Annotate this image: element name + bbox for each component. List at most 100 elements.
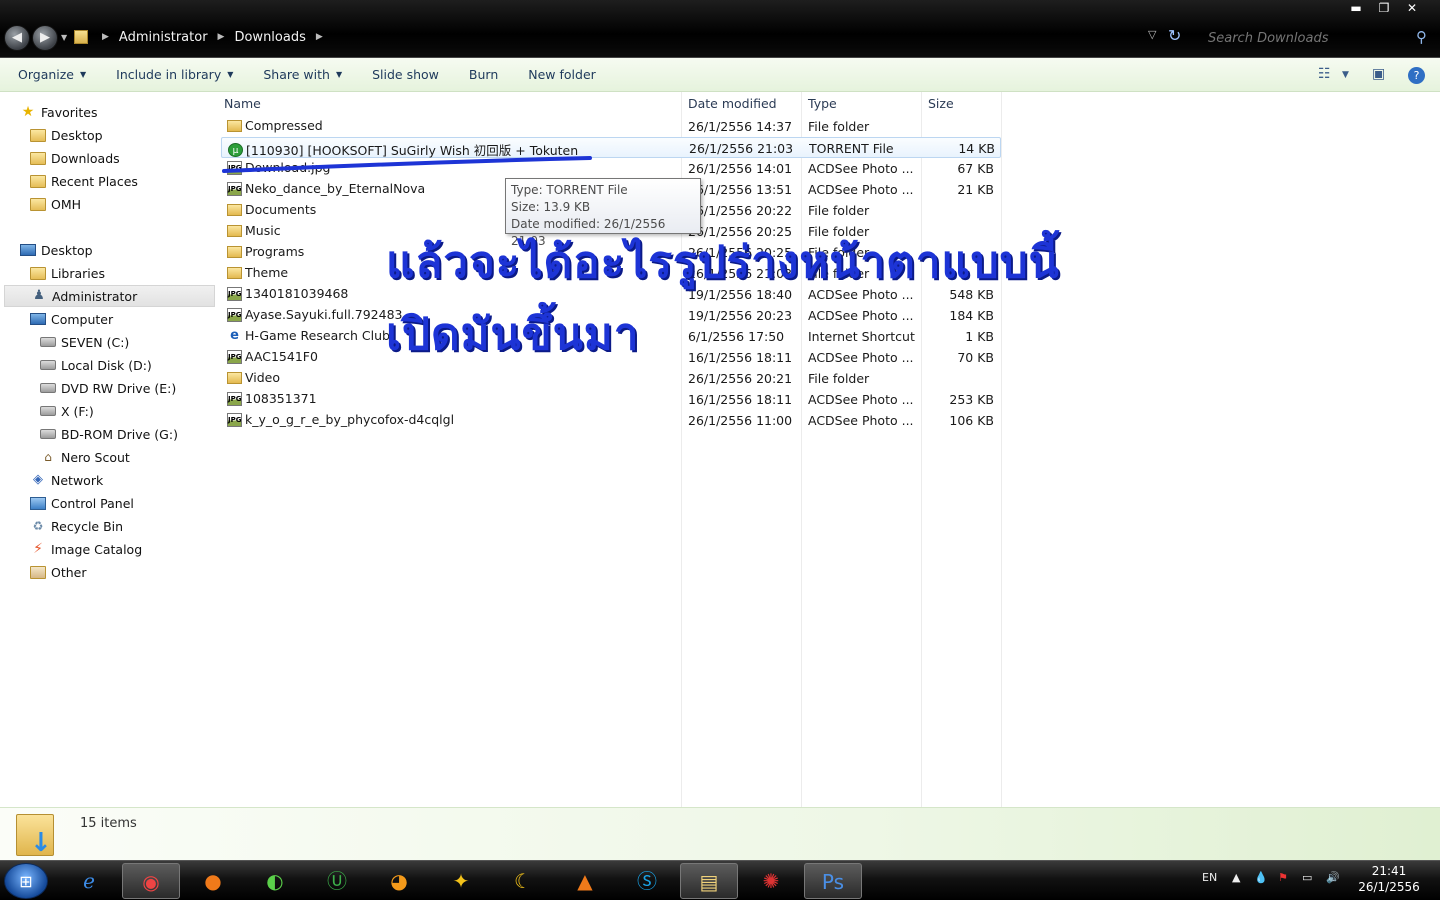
nav-drive-g[interactable]: BD-ROM Drive (G:) [40, 423, 178, 445]
nav-administrator[interactable]: ♟ Administrator [4, 285, 215, 307]
start-button[interactable]: ⊞ [4, 863, 48, 899]
search-input[interactable] [1198, 26, 1436, 50]
breadcrumb-administrator[interactable]: Administrator [119, 30, 208, 45]
downloads-icon [30, 151, 46, 165]
nav-libraries-label: Libraries [51, 265, 105, 281]
nav-libraries[interactable]: Libraries [30, 262, 105, 284]
folder-file-icon [227, 245, 242, 258]
column-header-name[interactable]: Name [224, 96, 261, 112]
column-header-date[interactable]: Date modified [688, 96, 777, 112]
file-name: Theme [245, 265, 289, 280]
breadcrumb-separator-icon[interactable]: ▶ [218, 32, 225, 42]
file-date: 19/1/2556 18:40 [688, 287, 793, 302]
breadcrumb-separator-icon[interactable]: ▶ [102, 32, 109, 42]
close-button[interactable]: ✕ [1398, 0, 1426, 16]
nav-recycle-bin[interactable]: ♻ Recycle Bin [30, 515, 123, 537]
chrome-icon[interactable]: ◉ [122, 863, 180, 899]
share-with-button[interactable]: Share with ▼ [263, 67, 342, 82]
network-tray-icon[interactable]: ▭ [1302, 871, 1312, 884]
app-icon[interactable]: ◕ [370, 863, 428, 899]
file-type: File folder [808, 371, 870, 386]
file-row[interactable]: JPG k_y_o_g_r_e_by_phycofox-d4cqlgl 26/1/2… [221, 410, 1001, 431]
view-dropdown-icon[interactable]: ▼ [1342, 70, 1349, 80]
language-indicator[interactable]: EN [1202, 871, 1217, 884]
nav-control-panel[interactable]: Control Panel [30, 492, 134, 514]
nav-image-catalog[interactable]: ⚡ Image Catalog [30, 538, 142, 560]
nav-computer[interactable]: Computer [30, 308, 113, 330]
star-app-icon[interactable]: ✦ [432, 863, 490, 899]
jpg-file-icon: JPG [227, 307, 242, 322]
file-size: 184 KB [949, 308, 994, 323]
action-center-icon[interactable]: ⚑ [1278, 871, 1288, 884]
maximize-button[interactable]: ❐ [1370, 0, 1398, 16]
nav-drive-c[interactable]: SEVEN (C:) [40, 331, 129, 353]
file-type: ACDSee Photo ... [808, 413, 914, 428]
file-tooltip: Type: TORRENT File Size: 13.9 KB Date mo… [505, 178, 701, 248]
image-catalog-icon: ⚡ [33, 541, 43, 557]
file-date: 26/1/2556 21:03 [689, 141, 794, 156]
file-name-cell: Video [227, 370, 682, 385]
breadcrumb-downloads[interactable]: Downloads [234, 30, 305, 45]
file-row[interactable]: μ [110930] [HOOKSOFT] SuGirly Wish 初回版 + … [221, 137, 1001, 158]
file-size: 70 KB [957, 350, 994, 365]
nav-fav-omh[interactable]: OMH [30, 193, 81, 215]
skype-icon[interactable]: Ⓢ [618, 863, 676, 899]
file-name: Music [245, 223, 281, 238]
annotation-text-line-1: แล้วจะได้อะไรรูปร่างหน้าตาแบบนี้ [386, 237, 1060, 288]
title-bar: ▬ ❐ ✕ ◀ ▶ ▼ ▶ Administrator ▶ Downloads … [0, 0, 1440, 58]
minimize-button[interactable]: ▬ [1342, 0, 1370, 16]
nav-drive-f[interactable]: X (F:) [40, 400, 94, 422]
file-row[interactable]: JPG 108351371 16/1/2556 18:11 ACDSee Photo … [221, 389, 1001, 410]
column-header-type[interactable]: Type [808, 96, 837, 112]
refresh-icon[interactable]: ↻ [1168, 26, 1181, 45]
forward-button[interactable]: ▶ [32, 25, 58, 51]
nav-fav-desktop[interactable]: Desktop [30, 124, 103, 146]
slide-show-button[interactable]: Slide show [372, 67, 439, 82]
nav-desktop[interactable]: Desktop [20, 239, 93, 261]
nav-drive-d[interactable]: Local Disk (D:) [40, 354, 152, 376]
nav-fav-recent-places[interactable]: Recent Places [30, 170, 138, 192]
burn-button[interactable]: Burn [469, 67, 498, 82]
moon-app-icon[interactable]: ☾ [494, 863, 552, 899]
new-folder-button[interactable]: New folder [528, 67, 596, 82]
nav-drive-e-label: DVD RW Drive (E:) [61, 380, 177, 396]
back-button[interactable]: ◀ [4, 25, 30, 51]
show-hidden-icons[interactable]: ▲ [1232, 871, 1240, 884]
preview-pane-icon[interactable]: ▣ [1372, 66, 1385, 82]
nav-favorites[interactable]: ★ Favorites [20, 101, 98, 123]
column-header-size[interactable]: Size [928, 96, 954, 112]
utorrent-icon[interactable]: Ⓤ [308, 863, 366, 899]
firefox-icon[interactable]: ● [184, 863, 242, 899]
nav-nero-scout[interactable]: ⌂ Nero Scout [40, 446, 130, 468]
folder-icon [74, 30, 88, 44]
tray-water-icon[interactable]: 💧 [1254, 871, 1268, 884]
search-icon[interactable]: ⚲ [1416, 28, 1427, 46]
clock[interactable]: 21:41 26/1/2556 [1350, 863, 1428, 895]
help-icon[interactable]: ? [1408, 67, 1425, 84]
breadcrumb-separator-icon[interactable]: ▶ [316, 32, 323, 42]
address-dropdown-icon[interactable]: ▽ [1148, 28, 1156, 41]
nav-fav-downloads[interactable]: Downloads [30, 147, 120, 169]
view-options-icon[interactable]: ☷ [1318, 66, 1331, 82]
network-app-icon[interactable]: ◐ [246, 863, 304, 899]
nav-drive-e[interactable]: DVD RW Drive (E:) [40, 377, 176, 399]
photoshop-icon[interactable]: Ps [804, 863, 862, 899]
other-folder-icon [30, 565, 46, 579]
nav-other[interactable]: Other [30, 561, 87, 583]
internet-explorer-icon[interactable]: ℯ [60, 863, 118, 899]
file-row[interactable]: JPG Download.jpg 26/1/2556 14:01 ACDSee Pho… [221, 158, 1001, 179]
organize-button[interactable]: Organize ▼ [18, 67, 86, 82]
window-controls: ▬ ❐ ✕ [1342, 0, 1426, 16]
file-name: Download.jpg [245, 160, 331, 175]
security-app-icon[interactable]: ✺ [742, 863, 800, 899]
file-row[interactable]: Video 26/1/2556 20:21 File folder [221, 368, 1001, 389]
item-count: 15 items [80, 816, 137, 831]
nav-network[interactable]: ◈ Network [30, 469, 103, 491]
file-row[interactable]: Compressed 26/1/2556 14:37 File folder [221, 116, 1001, 137]
windows-explorer-icon[interactable]: ▤ [680, 863, 738, 899]
vlc-icon[interactable]: ▲ [556, 863, 614, 899]
file-name: Neko_dance_by_EternalNova [245, 181, 426, 196]
volume-icon[interactable]: 🔊 [1326, 871, 1340, 884]
include-in-library-button[interactable]: Include in library ▼ [116, 67, 233, 82]
recent-pages-dropdown-icon[interactable]: ▼ [61, 33, 67, 42]
